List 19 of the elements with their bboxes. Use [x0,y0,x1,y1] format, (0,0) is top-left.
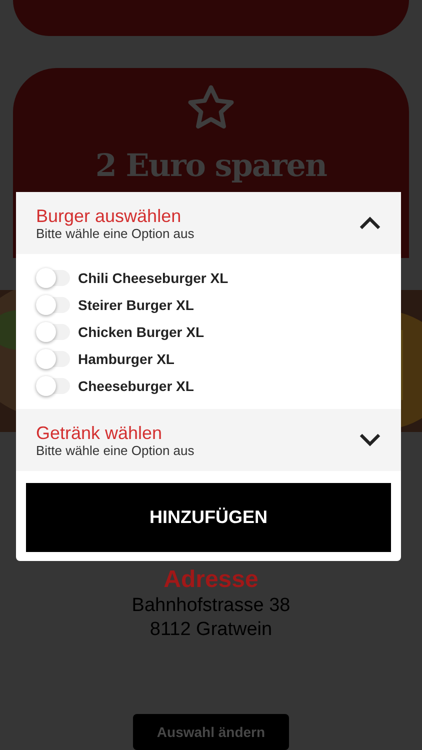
section-hint: Bitte wähle eine Option aus [36,442,194,458]
toggle-switch[interactable] [36,378,70,394]
toggle-switch[interactable] [36,350,70,366]
section-header[interactable]: Getränk wählen Bitte wähle eine Option aus [16,409,401,471]
add-button[interactable]: HINZUFÜGEN [26,483,391,552]
option-label: Cheeseburger XL [78,378,194,394]
address-heading: Adresse [164,566,258,594]
section-header[interactable]: Burger auswählen Bitte wähle eine Option aus [16,192,401,254]
toggle-switch[interactable] [36,270,70,286]
toggle-switch[interactable] [36,296,70,312]
option-label: Chicken Burger XL [78,324,204,340]
toggle-switch[interactable] [36,324,70,340]
option-label: Hamburger XL [78,350,174,366]
promo-title: 2 Euro sparen [95,148,327,184]
section-hint: Bitte wähle eine Option aus [36,226,194,240]
option-label: Chili Cheeseburger XL [78,270,228,286]
section-title: Getränk wählen [36,422,164,442]
section-title: Burger auswählen [36,206,182,226]
option-label: Steirer Burger XL [78,296,194,312]
